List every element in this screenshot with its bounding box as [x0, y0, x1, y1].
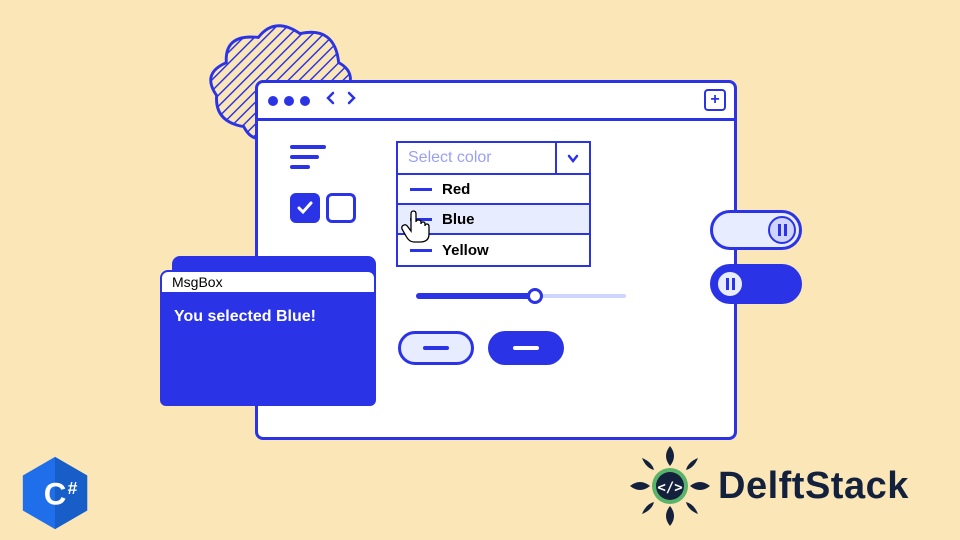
color-swatch-icon — [410, 188, 432, 191]
toggle-off[interactable] — [710, 210, 802, 250]
slider-fill — [416, 293, 532, 299]
color-swatch-icon — [410, 218, 432, 221]
msgbox-body: You selected Blue! — [160, 292, 376, 406]
back-icon[interactable] — [324, 91, 338, 110]
primary-button[interactable] — [488, 331, 564, 365]
color-select: Select color Red Blue Yellow — [396, 141, 591, 267]
select-list: Red Blue Yellow — [396, 175, 591, 267]
option-label: Yellow — [442, 242, 489, 259]
option-label: Blue — [442, 211, 475, 228]
slider-thumb[interactable] — [527, 288, 543, 304]
delftstack-logo-icon: </> — [628, 444, 712, 528]
toggle-on[interactable] — [710, 264, 802, 304]
traffic-lights — [268, 96, 310, 106]
secondary-button[interactable] — [398, 331, 474, 365]
button-label-icon — [513, 346, 539, 350]
slider[interactable] — [416, 289, 626, 303]
menu-icon[interactable] — [290, 145, 326, 175]
option-red[interactable]: Red — [398, 175, 589, 205]
svg-text:#: # — [68, 478, 78, 498]
csharp-logo-icon: C # — [16, 454, 94, 532]
option-blue[interactable]: Blue — [398, 205, 589, 235]
forward-icon[interactable] — [344, 91, 358, 110]
option-yellow[interactable]: Yellow — [398, 235, 589, 265]
checkbox-checked[interactable] — [290, 193, 320, 223]
svg-text:</>: </> — [657, 480, 682, 496]
select-head[interactable]: Select color — [396, 141, 591, 175]
option-label: Red — [442, 181, 470, 198]
titlebar: + — [258, 83, 734, 121]
pause-icon — [768, 216, 796, 244]
select-placeholder: Select color — [408, 149, 492, 167]
traffic-dot — [284, 96, 294, 106]
new-tab-button[interactable]: + — [704, 89, 726, 111]
color-swatch-icon — [410, 249, 432, 252]
brand-name: DelftStack — [718, 465, 909, 508]
pause-icon — [716, 270, 744, 298]
traffic-dot — [300, 96, 310, 106]
traffic-dot — [268, 96, 278, 106]
chevron-down-icon[interactable] — [555, 143, 589, 173]
button-label-icon — [423, 346, 449, 350]
checkbox-unchecked[interactable] — [326, 193, 356, 223]
delftstack-brand: </> DelftStack — [628, 444, 909, 528]
msgbox-title: MsgBox — [160, 270, 376, 294]
svg-text:C: C — [44, 477, 67, 512]
